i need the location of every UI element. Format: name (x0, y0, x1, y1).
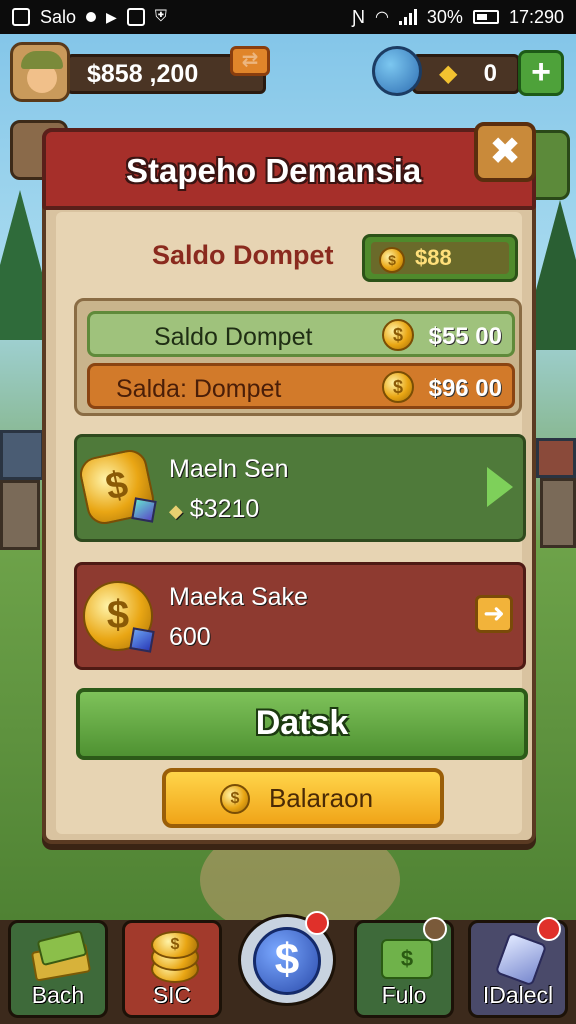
money-bag-icon: $ (76, 446, 158, 528)
gem-hud: ◆ 0 + (372, 42, 568, 102)
coin-icon: $ (382, 319, 414, 351)
app-icon (126, 8, 145, 26)
offer-price: 600 (169, 623, 211, 651)
background-house-roof (536, 438, 576, 478)
background-house-roof (0, 430, 44, 480)
notification-badge (537, 917, 561, 941)
background-house (540, 478, 576, 548)
secondary-action-label: Balaraon (268, 783, 374, 813)
notification-dot-icon (86, 12, 97, 22)
dialog-title: Stapeho Demansia (126, 152, 422, 189)
dialog-body: Saldo Dompet $88 $ Saldo Dompet $ $55 00… (56, 212, 528, 834)
balance-row[interactable]: Saldo Dompet $ $55 00 (87, 311, 515, 357)
nav-item-sic[interactable]: $ SIC (122, 920, 222, 1018)
offer-card[interactable]: $ Maeln Sen ◆ $3210 (74, 434, 526, 542)
currency-hud: $858 ,200 ⇄ (10, 42, 270, 102)
add-gems-button[interactable]: + (518, 50, 564, 96)
notification-badge (423, 917, 447, 941)
nav-item-fulo[interactable]: $ Fulo (354, 917, 454, 1018)
coin-icon: $ (382, 371, 414, 403)
close-icon: ✖ (489, 131, 521, 173)
offer-name: Maeln Sen (169, 455, 289, 483)
gallery-icon (12, 8, 30, 26)
nav-label: SIC (152, 982, 192, 1008)
gem-counter: ◆ 0 (412, 54, 520, 94)
play-icon: ▶ (106, 8, 117, 25)
dialog-header: Stapeho Demansia (42, 128, 536, 210)
balance-amount: $96 00 (428, 375, 502, 402)
arrow-right-icon[interactable]: ➜ (475, 595, 513, 633)
offer-name: Maeka Sake (169, 583, 308, 611)
globe-icon[interactable] (372, 46, 422, 96)
dollar-coin-icon: $ (253, 927, 321, 995)
nav-item-bach[interactable]: Bach (8, 920, 108, 1018)
coin-icon: $ (379, 247, 405, 273)
coin-icon: $ (220, 784, 250, 814)
battery-percent: 30% (426, 6, 463, 27)
status-bar: Salo ▶ ⛨ Ɲ ◠ 30% 17:290 (0, 0, 576, 34)
primary-action-button[interactable]: Datsk (76, 688, 528, 760)
clock: 17:290 (508, 6, 564, 27)
bottom-navigation: Bach $ SIC $ $ Fulo IDalecl (0, 911, 576, 1024)
nav-label: Fulo (381, 982, 427, 1008)
nav-label: Bach (31, 982, 85, 1008)
nav-item-idalecl[interactable]: IDalecl (468, 917, 568, 1018)
gem-icon: ◆ (169, 501, 183, 521)
secondary-action-button[interactable]: $ Balaraon (162, 768, 444, 828)
balance-amount: $55 00 (428, 323, 502, 350)
close-button[interactable]: ✖ (474, 122, 536, 182)
nav-item-currency[interactable]: $ (238, 911, 336, 1006)
balance-label: Salda: Dompet (116, 375, 282, 403)
balance-label: Saldo Dompet (154, 323, 313, 351)
battery-icon (472, 10, 499, 24)
notification-badge (305, 911, 329, 935)
offer-price: ◆ $3210 (169, 495, 259, 524)
gold-coin-icon: $ (83, 575, 157, 655)
balance-row[interactable]: Salda: Dompet $ $96 00 (87, 363, 515, 409)
wifi-icon: ◠ (374, 9, 389, 26)
balance-list: Saldo Dompet $ $55 00 Salda: Dompet $ $9… (74, 298, 522, 416)
gem-icon: ◆ (439, 60, 458, 87)
signal-icon (398, 9, 417, 25)
cash-stack-icon (30, 929, 92, 983)
carrier-label: Salo (40, 6, 77, 27)
avatar-hat (21, 51, 63, 69)
shield-gem-icon (493, 931, 549, 987)
shield-icon: ⛨ (154, 8, 167, 25)
wallet-dialog: Stapeho Demansia ✖ Saldo Dompet $88 $ Sa… (42, 122, 536, 844)
nfc-icon: Ɲ (351, 6, 365, 27)
background-house (0, 480, 40, 550)
coin-stack-icon: $ (147, 931, 203, 983)
add-money-button[interactable]: ⇄ (230, 46, 270, 76)
offer-price-value: $3210 (189, 495, 260, 523)
nav-label: IDalecl (482, 982, 554, 1008)
player-avatar[interactable] (10, 42, 70, 102)
wallet-value-box: $88 $ (362, 234, 518, 282)
offer-card[interactable]: $ Maeka Sake 600 ➜ (74, 562, 526, 670)
arrow-right-icon[interactable] (487, 467, 513, 507)
banknote-icon: $ (379, 933, 435, 983)
wallet-label: Saldo Dompet (152, 240, 334, 270)
gem-count: 0 (483, 60, 497, 87)
